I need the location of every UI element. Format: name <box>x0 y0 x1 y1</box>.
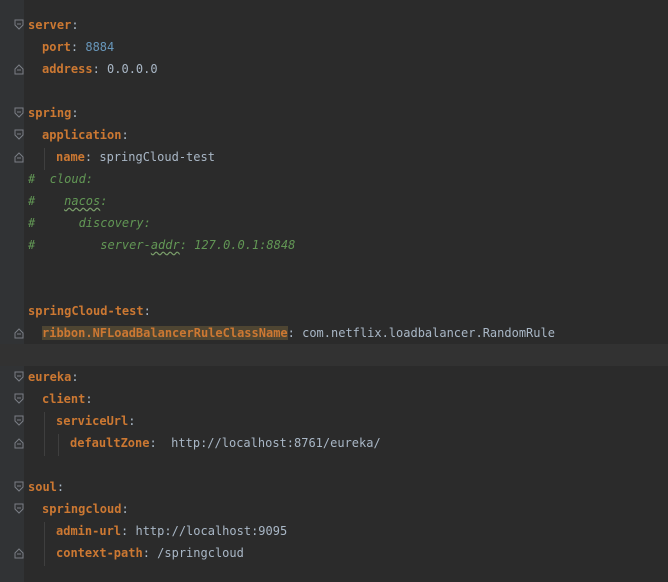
yaml-key: admin-url <box>56 524 122 538</box>
code-line[interactable]: server: <box>0 14 668 36</box>
fold-open-icon[interactable] <box>14 503 25 515</box>
fold-open-icon[interactable] <box>14 481 25 493</box>
code-line[interactable]: name: springCloud-test <box>0 146 668 168</box>
colon: : <box>70 40 86 54</box>
current-line[interactable] <box>0 344 668 366</box>
yaml-key: defaultZone <box>70 436 150 450</box>
yaml-value: http://localhost:8761/eureka/ <box>171 436 381 450</box>
code-line[interactable]: springcloud: <box>0 498 668 520</box>
comment-text: # discovery: <box>28 216 151 230</box>
code-line[interactable]: admin-url: http://localhost:9095 <box>0 520 668 542</box>
yaml-key: application <box>42 128 122 142</box>
fold-open-icon[interactable] <box>14 129 25 141</box>
fold-open-icon[interactable] <box>14 19 25 31</box>
yaml-key: soul <box>28 480 57 494</box>
comment-text: : 127.0.0.1:8848 <box>179 238 296 252</box>
fold-end-icon[interactable] <box>14 63 25 75</box>
code-line[interactable]: # discovery: <box>0 212 668 234</box>
code-line[interactable]: application: <box>0 124 668 146</box>
code-line[interactable]: client: <box>0 388 668 410</box>
yaml-key: ribbon.NFLoadBalancerRuleClassName <box>42 326 288 340</box>
yaml-key: springCloud-test <box>28 304 144 318</box>
yaml-value: http://localhost:9095 <box>135 524 288 538</box>
fold-end-icon[interactable] <box>14 151 25 163</box>
yaml-value: com.netflix.loadbalancer.RandomRule <box>302 326 555 340</box>
fold-open-icon[interactable] <box>14 107 25 119</box>
colon: : <box>121 128 129 142</box>
colon: : <box>84 150 100 164</box>
yaml-key: port <box>42 40 71 54</box>
code-line[interactable]: spring: <box>0 102 668 124</box>
colon: : <box>121 524 136 538</box>
colon: : <box>71 106 79 120</box>
code-line[interactable]: springCloud-test: <box>0 300 668 322</box>
colon: : <box>56 480 65 494</box>
code-line[interactable]: context-path: /springcloud <box>0 542 668 564</box>
comment-text: # cloud: <box>28 172 94 186</box>
colon: : <box>85 392 93 406</box>
comment-text: # <box>28 194 65 208</box>
colon: : <box>149 436 172 450</box>
code-line[interactable]: ribbon.NFLoadBalancerRuleClassName: com.… <box>0 322 668 344</box>
comment-text: : <box>100 194 108 208</box>
yaml-value: springCloud-test <box>99 150 215 164</box>
yaml-value: /springcloud <box>157 546 244 560</box>
yaml-value: 0.0.0.0 <box>107 62 158 76</box>
colon: : <box>142 546 158 560</box>
comment-text: # server- <box>28 238 151 252</box>
colon: : <box>128 414 136 428</box>
yaml-key: context-path <box>56 546 143 560</box>
yaml-key: client <box>42 392 86 406</box>
code-line[interactable]: # cloud: <box>0 168 668 190</box>
comment-text: addr <box>150 238 180 252</box>
colon: : <box>287 326 303 340</box>
code-line[interactable]: # nacos: <box>0 190 668 212</box>
code-line[interactable]: address: 0.0.0.0 <box>0 58 668 80</box>
colon: : <box>71 370 79 384</box>
code-editor[interactable]: server: port: 8884 address: 0.0.0.0 spri… <box>0 0 668 582</box>
fold-end-icon[interactable] <box>14 437 25 449</box>
fold-end-icon[interactable] <box>14 547 25 559</box>
code-line[interactable]: serviceUrl: <box>0 410 668 432</box>
colon: : <box>121 502 129 516</box>
code-line[interactable]: eureka: <box>0 366 668 388</box>
fold-end-icon[interactable] <box>14 327 25 339</box>
colon: : <box>71 18 79 32</box>
yaml-key: serviceUrl <box>56 414 129 428</box>
yaml-key: server <box>28 18 72 32</box>
comment-text: nacos <box>64 194 101 208</box>
yaml-value: 8884 <box>85 40 115 54</box>
code-line[interactable]: soul: <box>0 476 668 498</box>
yaml-key: spring <box>28 106 72 120</box>
fold-open-icon[interactable] <box>14 415 25 427</box>
fold-open-icon[interactable] <box>14 393 25 405</box>
code-line[interactable]: # server-addr: 127.0.0.1:8848 <box>0 234 668 256</box>
fold-open-icon[interactable] <box>14 371 25 383</box>
code-line[interactable]: port: 8884 <box>0 36 668 58</box>
colon: : <box>92 62 108 76</box>
yaml-key: address <box>42 62 93 76</box>
yaml-key: name <box>56 150 85 164</box>
yaml-key: springcloud <box>42 502 122 516</box>
code-line[interactable]: defaultZone: http://localhost:8761/eurek… <box>0 432 668 454</box>
colon: : <box>143 304 151 318</box>
yaml-key: eureka <box>28 370 72 384</box>
